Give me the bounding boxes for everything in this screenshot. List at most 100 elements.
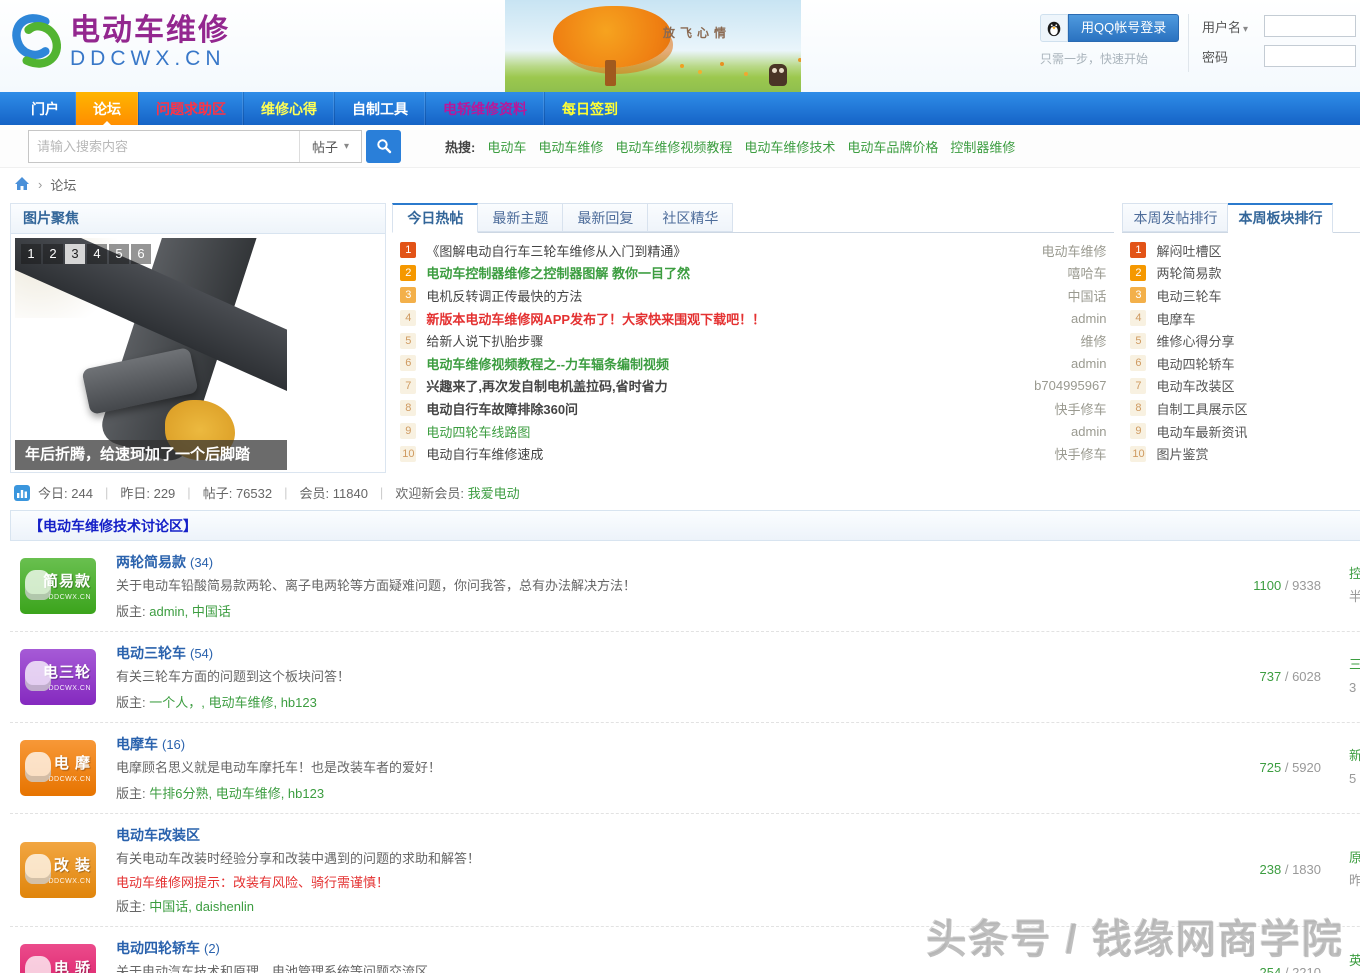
forum-icon[interactable]: 简易款DDCWX.CN: [20, 558, 96, 614]
hot-post-title[interactable]: 电动自行车维修速成: [426, 447, 543, 462]
hot-posts-tabbar: 今日热帖 最新主题 最新回复 社区精华: [392, 203, 1114, 233]
search-input[interactable]: [29, 139, 299, 154]
gallery-page[interactable]: 1: [21, 244, 41, 264]
forum-title-link[interactable]: 两轮简易款: [116, 554, 186, 570]
hot-search-link[interactable]: 控制器维修: [950, 137, 1015, 156]
hot-search-link[interactable]: 电动车维修技术: [744, 137, 835, 156]
rank-badge: 2: [1130, 265, 1146, 281]
nav-item-tools[interactable]: 自制工具: [334, 92, 425, 125]
stat-today-label: 今日:: [38, 486, 68, 501]
nav-item-help[interactable]: 问题求助区: [138, 92, 243, 125]
nav-item-signin[interactable]: 每日签到: [544, 92, 635, 125]
hot-post-author[interactable]: 嘻哈车: [1067, 263, 1106, 282]
moderator-links[interactable]: 牛排6分熟, 电动车维修, hb123: [149, 786, 324, 801]
forum-title-link[interactable]: 电摩车: [116, 736, 158, 752]
lastpost-title[interactable]: 原来: [1349, 847, 1360, 870]
forum-icon[interactable]: 电三轮DDCWX.CN: [20, 649, 96, 705]
password-field[interactable]: [1264, 45, 1356, 67]
moderator-links[interactable]: admin, 中国话: [149, 604, 231, 619]
hot-post-title[interactable]: 《图解电动自行车三轮车维修从入门到精通》: [426, 244, 686, 259]
board-name[interactable]: 电动四轮轿车: [1156, 354, 1352, 373]
forum-title-link[interactable]: 电动三轮车: [116, 645, 186, 661]
hot-post-author[interactable]: 快手修车: [1054, 444, 1106, 463]
hot-post-title[interactable]: 兴趣来了,再次发自制电机盖拉码,省时省力: [426, 379, 667, 394]
gallery-page-active[interactable]: 3: [65, 244, 85, 264]
home-icon[interactable]: [14, 176, 30, 192]
board-name[interactable]: 两轮简易款: [1156, 263, 1352, 282]
stat-welcome-label: 欢迎新会员:: [395, 486, 464, 501]
lastpost-title[interactable]: 控制: [1349, 563, 1360, 586]
gallery-page[interactable]: 5: [109, 244, 129, 264]
tab-latest-replies[interactable]: 最新回复: [563, 203, 648, 232]
nav-item-portal[interactable]: 门户: [14, 92, 76, 125]
site-logo[interactable]: 电动车维修 DDCWX.CN: [8, 10, 230, 75]
hot-search-link[interactable]: 电动车维修视频教程: [615, 137, 732, 156]
rank-badge: 8: [400, 400, 416, 416]
board-name[interactable]: 维修心得分享: [1156, 331, 1352, 350]
hot-post-title[interactable]: 新版本电动车维修网APP发布了！大家快来围观下载吧！！: [426, 312, 765, 327]
tab-week-posts-rank[interactable]: 本周发帖排行: [1122, 203, 1228, 232]
moderator-links[interactable]: 一个人，, 电动车维修, hb123: [149, 695, 317, 710]
hot-post-author[interactable]: admin: [1071, 424, 1106, 439]
board-rank-row: 1解闷吐槽区: [1130, 239, 1352, 262]
hot-post-author[interactable]: 快手修车: [1054, 399, 1106, 418]
hot-post-author[interactable]: admin: [1071, 311, 1106, 326]
hot-post-title[interactable]: 电动自行车故障排除360问: [426, 402, 578, 417]
gallery-page[interactable]: 6: [131, 244, 151, 264]
lastpost-title[interactable]: 英搏: [1349, 950, 1360, 973]
rank-badge: 9: [400, 423, 416, 439]
tab-week-boards-rank[interactable]: 本周板块排行: [1228, 203, 1333, 233]
hot-post-title[interactable]: 电动车维修视频教程之--力车辐条编制视频: [426, 357, 669, 372]
hot-post-title[interactable]: 电动四轮车线路图: [426, 425, 530, 440]
moderator-links[interactable]: 中国话, daishenlin: [149, 899, 254, 914]
hot-search-link[interactable]: 电动车品牌价格: [847, 137, 938, 156]
hot-post-title[interactable]: 给新人说下扒胎步骤: [426, 334, 543, 349]
forum-title-link[interactable]: 电动四轮轿车: [116, 940, 200, 956]
board-name[interactable]: 电动车改装区: [1156, 376, 1352, 395]
board-name[interactable]: 电动车最新资讯: [1156, 422, 1352, 441]
search-type-select[interactable]: 帖子▾: [299, 131, 361, 162]
newest-member-link[interactable]: 我爱电动: [468, 486, 520, 501]
hot-search-link[interactable]: 电动车维修: [538, 137, 603, 156]
chevron-down-icon[interactable]: ▾: [1243, 24, 1248, 35]
tab-today-hot[interactable]: 今日热帖: [392, 203, 478, 233]
hot-post-author[interactable]: 中国话: [1067, 286, 1106, 305]
forum-lastpost: 新换5 小: [1349, 745, 1360, 791]
lastpost-title[interactable]: 新换: [1349, 745, 1360, 768]
hot-post-author[interactable]: b704995967: [1034, 378, 1106, 393]
board-name[interactable]: 电摩车: [1156, 309, 1352, 328]
nav-item-docs[interactable]: 电轿维修资料: [425, 92, 544, 125]
hot-post-author[interactable]: admin: [1071, 356, 1106, 371]
search-button[interactable]: [366, 130, 401, 163]
nav-item-tips[interactable]: 维修心得: [243, 92, 334, 125]
board-name[interactable]: 电动三轮车: [1156, 286, 1352, 305]
section-title-tech[interactable]: 【电动车维修技术讨论区】: [10, 510, 1360, 541]
gallery-image[interactable]: 1 2 3 4 5 6 年后折腾，给速珂加了一个后脚踏: [15, 238, 287, 470]
board-name[interactable]: 自制工具展示区: [1156, 399, 1352, 418]
forum-section-tech: 【电动车维修技术讨论区】 简易款DDCWX.CN 两轮简易款(34) 关于电动车…: [10, 510, 1360, 973]
forum-title-link[interactable]: 电动车改装区: [116, 827, 200, 843]
tab-community-best[interactable]: 社区精华: [648, 203, 733, 232]
nav-item-forum[interactable]: 论坛: [76, 92, 138, 125]
tab-latest-topics[interactable]: 最新主题: [478, 203, 563, 232]
hot-post-title[interactable]: 电动车控制器维修之控制器图解 教你一目了然: [426, 266, 690, 281]
breadcrumb-current[interactable]: 论坛: [50, 175, 76, 194]
username-field[interactable]: [1264, 15, 1356, 37]
forum-warning-text: 电动车维修网提示：改装有风险、骑行需谨慎！: [116, 872, 1191, 891]
hot-post-author[interactable]: 电动车维修: [1041, 241, 1106, 260]
gallery-title: 图片聚焦: [11, 204, 385, 234]
qq-login-button[interactable]: 用QQ帐号登录: [1068, 14, 1179, 42]
board-name[interactable]: 解闷吐槽区: [1156, 241, 1352, 260]
gallery-page[interactable]: 4: [87, 244, 107, 264]
hot-post-author[interactable]: 维修: [1080, 331, 1106, 350]
lastpost-title[interactable]: 三轮: [1349, 654, 1360, 677]
gallery-caption-link[interactable]: 年后折腾，给速珂加了一个后脚踏: [15, 440, 287, 470]
board-name[interactable]: 图片鉴赏: [1156, 444, 1352, 463]
forum-icon[interactable]: 改 装DDCWX.CN: [20, 842, 96, 898]
forum-icon[interactable]: 电 骄DDCWX.CN: [20, 944, 96, 973]
hot-post-title[interactable]: 电机反转调正传最快的方法: [426, 289, 582, 304]
hot-search-link[interactable]: 电动车: [487, 137, 526, 156]
gallery-page[interactable]: 2: [43, 244, 63, 264]
gallery-pagination: 1 2 3 4 5 6: [21, 244, 151, 264]
forum-icon[interactable]: 电 摩DDCWX.CN: [20, 740, 96, 796]
